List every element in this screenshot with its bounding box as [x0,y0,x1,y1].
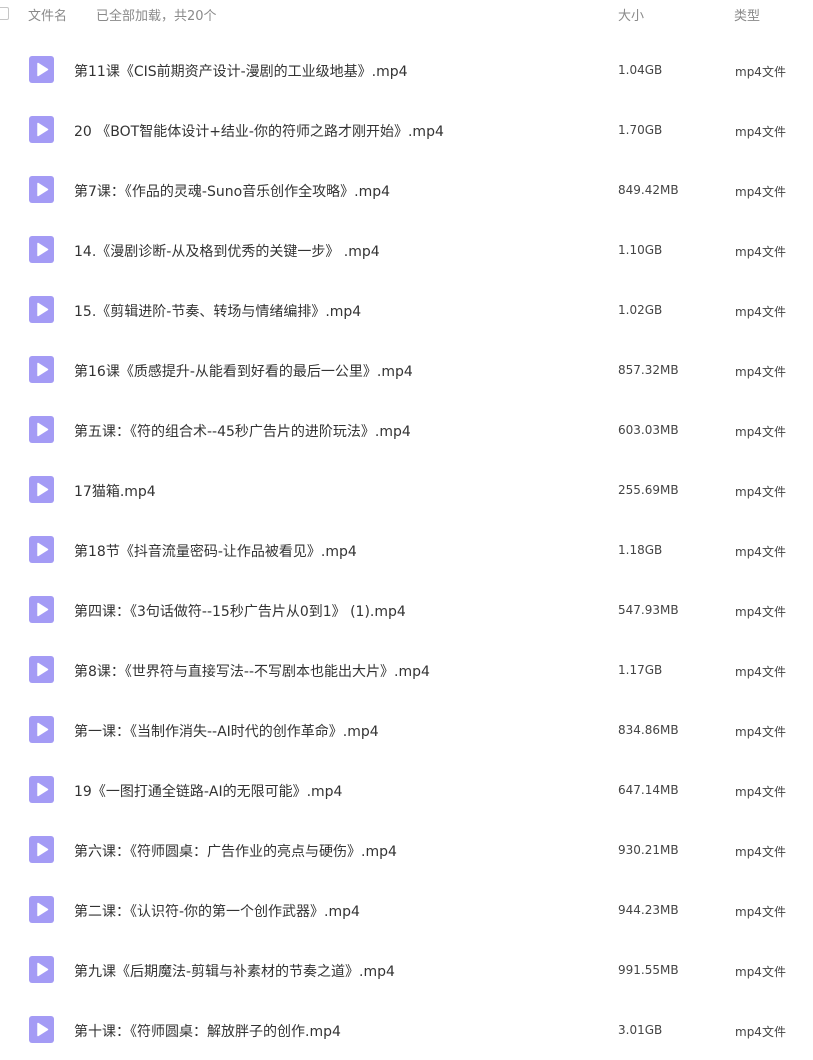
file-name[interactable]: 第16课《质感提升-从能看到好看的最后一公里》.mp4 [74,361,413,381]
file-type: mp4文件 [735,545,786,559]
file-size: 3.01GB [618,1023,663,1037]
video-file-icon [29,656,54,683]
video-file-icon [29,776,54,803]
file-name[interactable]: 第18节《抖音流量密码-让作品被看见》.mp4 [74,541,357,561]
file-type: mp4文件 [735,305,786,319]
file-row[interactable]: 第二课：《认识符-你的第一个创作武器》.mp4 944.23MB mp4文件 [0,880,813,940]
file-name[interactable]: 第四课：《3句话做符--15秒广告片从0到1》 (1).mp4 [74,601,406,621]
video-file-icon [29,416,54,443]
file-type: mp4文件 [735,125,786,139]
column-header-type[interactable]: 类型 [734,5,760,24]
file-type: mp4文件 [735,185,786,199]
file-type: mp4文件 [735,425,786,439]
file-name[interactable]: 第8课：《世界符与直接写法--不写剧本也能出大片》.mp4 [74,661,430,681]
file-size: 1.18GB [618,543,663,557]
file-row[interactable]: 17猫箱.mp4 255.69MB mp4文件 [0,460,813,520]
file-row[interactable]: 第7课：《作品的灵魂-Suno音乐创作全攻略》.mp4 849.42MB mp4文件 [0,160,813,220]
video-file-icon [29,176,54,203]
loaded-status-text: 已全部加载，共20个 [96,9,217,24]
video-file-icon [29,716,54,743]
file-name[interactable]: 第十课：《符师圆桌：解放胖子的创作.mp4 [74,1021,341,1041]
file-size: 930.21MB [618,843,679,857]
file-size: 857.32MB [618,363,679,377]
file-name[interactable]: 第二课：《认识符-你的第一个创作武器》.mp4 [74,901,360,921]
file-name[interactable]: 14.《漫剧诊断-从及格到优秀的关键一步》 .mp4 [74,241,380,261]
video-file-icon [29,836,54,863]
file-size: 255.69MB [618,483,679,497]
video-file-icon [29,116,54,143]
file-type: mp4文件 [735,845,786,859]
video-file-icon [29,896,54,923]
file-size: 1.70GB [618,123,663,137]
file-row[interactable]: 第一课：《当制作消失--AI时代的创作革命》.mp4 834.86MB mp4文件 [0,700,813,760]
file-row[interactable]: 第五课：《符的组合术--45秒广告片的进阶玩法》.mp4 603.03MB mp4文… [0,400,813,460]
file-size: 1.04GB [618,63,663,77]
file-size: 1.17GB [618,663,663,677]
file-type: mp4文件 [735,905,786,919]
file-name[interactable]: 第五课：《符的组合术--45秒广告片的进阶玩法》.mp4 [74,421,411,441]
file-name[interactable]: 第一课：《当制作消失--AI时代的创作革命》.mp4 [74,721,379,741]
file-name[interactable]: 20 《BOT智能体设计+结业-你的符师之路才刚开始》.mp4 [74,121,444,141]
video-file-icon [29,56,54,83]
file-type: mp4文件 [735,965,786,979]
column-header-name[interactable]: 文件名 [28,5,67,24]
file-size: 647.14MB [618,783,679,797]
file-row[interactable]: 第九课《后期魔法-剪辑与补素材的节奏之道》.mp4 991.55MB mp4文件 [0,940,813,1000]
file-row[interactable]: 14.《漫剧诊断-从及格到优秀的关键一步》 .mp4 1.10GB mp4文件 [0,220,813,280]
file-name[interactable]: 19《一图打通全链路-AI的无限可能》.mp4 [74,781,342,801]
file-name[interactable]: 15.《剪辑进阶-节奏、转场与情绪编排》.mp4 [74,301,361,321]
file-type: mp4文件 [735,485,786,499]
file-type: mp4文件 [735,725,786,739]
file-row[interactable]: 第四课：《3句话做符--15秒广告片从0到1》 (1).mp4 547.93MB m… [0,580,813,640]
file-size: 849.42MB [618,183,679,197]
file-row[interactable]: 第六课：《符师圆桌：广告作业的亮点与硬伤》.mp4 930.21MB mp4文件 [0,820,813,880]
file-row[interactable]: 第18节《抖音流量密码-让作品被看见》.mp4 1.18GB mp4文件 [0,520,813,580]
file-type: mp4文件 [735,245,786,259]
file-type: mp4文件 [735,65,786,79]
video-file-icon [29,596,54,623]
file-name[interactable]: 第六课：《符师圆桌：广告作业的亮点与硬伤》.mp4 [74,841,397,861]
video-file-icon [29,236,54,263]
file-row[interactable]: 第16课《质感提升-从能看到好看的最后一公里》.mp4 857.32MB mp4文件 [0,340,813,400]
file-name[interactable]: 第7课：《作品的灵魂-Suno音乐创作全攻略》.mp4 [74,181,390,201]
file-type: mp4文件 [735,605,786,619]
file-list: 第11课《CIS前期资产设计-漫剧的工业级地基》.mp4 1.04GB mp4文件 2… [0,40,813,1060]
file-size: 991.55MB [618,963,679,977]
video-file-icon [29,296,54,323]
select-all-checkbox[interactable] [0,7,9,20]
file-row[interactable]: 第11课《CIS前期资产设计-漫剧的工业级地基》.mp4 1.04GB mp4文件 [0,40,813,100]
column-header-size[interactable]: 大小 [618,5,644,24]
video-file-icon [29,356,54,383]
file-row[interactable]: 15.《剪辑进阶-节奏、转场与情绪编排》.mp4 1.02GB mp4文件 [0,280,813,340]
file-name[interactable]: 17猫箱.mp4 [74,481,156,501]
file-row[interactable]: 20 《BOT智能体设计+结业-你的符师之路才刚开始》.mp4 1.70GB mp4… [0,100,813,160]
file-list-header: 文件名 已全部加载，共20个 大小 类型 [0,0,813,30]
file-row[interactable]: 第十课：《符师圆桌：解放胖子的创作.mp4 3.01GB mp4文件 [0,1000,813,1060]
video-file-icon [29,476,54,503]
video-file-icon [29,956,54,983]
file-type: mp4文件 [735,365,786,379]
video-file-icon [29,536,54,563]
file-size: 547.93MB [618,603,679,617]
file-type: mp4文件 [735,785,786,799]
file-type: mp4文件 [735,665,786,679]
file-size: 1.10GB [618,243,663,257]
file-size: 944.23MB [618,903,679,917]
file-name[interactable]: 第11课《CIS前期资产设计-漫剧的工业级地基》.mp4 [74,61,408,81]
file-row[interactable]: 第8课：《世界符与直接写法--不写剧本也能出大片》.mp4 1.17GB mp4文件 [0,640,813,700]
file-size: 1.02GB [618,303,663,317]
video-file-icon [29,1016,54,1043]
file-row[interactable]: 19《一图打通全链路-AI的无限可能》.mp4 647.14MB mp4文件 [0,760,813,820]
file-name[interactable]: 第九课《后期魔法-剪辑与补素材的节奏之道》.mp4 [74,961,395,981]
file-size: 834.86MB [618,723,679,737]
file-size: 603.03MB [618,423,679,437]
